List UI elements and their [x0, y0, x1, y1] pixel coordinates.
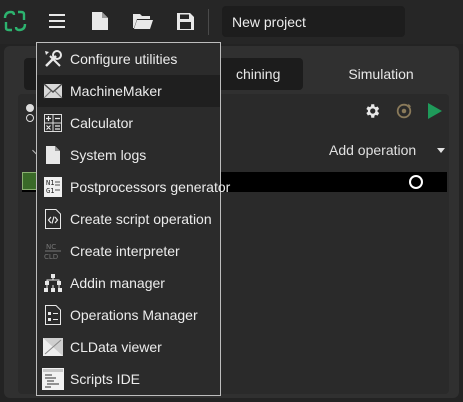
add-operation-dropdown[interactable]: Add operation [329, 140, 449, 160]
calculator-icon [42, 112, 64, 134]
scripts-ide-icon [42, 368, 64, 390]
menu-item-calculator[interactable]: Calculator [37, 107, 220, 139]
menu-item-label: Operations Manager [70, 307, 198, 323]
tab-simulation-label: Simulation [348, 66, 414, 82]
menu-item-label: MachineMaker [70, 83, 162, 99]
menu-item-label: Scripts IDE [70, 371, 141, 387]
chevron-down-icon [437, 147, 445, 153]
tab-simulation[interactable]: Simulation [306, 58, 456, 90]
top-toolbar [0, 0, 463, 44]
cldata-icon [42, 336, 64, 358]
envelope-icon [42, 80, 64, 102]
operation-actions [363, 102, 443, 125]
menu-item-label: Addin manager [70, 275, 165, 291]
menu-item-label: Create script operation [70, 211, 212, 227]
save-icon[interactable] [170, 6, 200, 36]
menu-item-label: System logs [70, 147, 147, 163]
project-name-input[interactable] [222, 6, 405, 37]
svg-text:N1: N1 [46, 179, 54, 187]
tree-node-dot-hollow [26, 114, 34, 122]
utilities-menu: Configure utilities MachineMaker Calcula… [36, 42, 230, 396]
add-operation-label: Add operation [329, 142, 417, 158]
recalculate-icon[interactable] [395, 102, 413, 125]
new-file-icon[interactable] [85, 6, 115, 36]
menu-item-label: CLData viewer [70, 339, 162, 355]
nc-code-icon: N1 G1 [42, 176, 64, 198]
menu-item-addin-manager[interactable]: Addin manager [37, 267, 220, 299]
menu-item-system-logs[interactable]: System logs [37, 139, 220, 171]
menu-icon[interactable] [42, 6, 72, 36]
tab-machining-label: chining [236, 66, 281, 82]
menu-item-machinemaker[interactable]: MachineMaker [37, 75, 220, 107]
menu-item-configure-utilities[interactable]: Configure utilities [37, 43, 220, 75]
menu-item-label: Calculator [70, 115, 134, 131]
open-folder-icon[interactable] [128, 6, 158, 36]
menu-item-cldata-viewer[interactable]: CLData viewer [37, 331, 220, 363]
svg-text:G1: G1 [46, 187, 54, 195]
operation-status-icon[interactable] [409, 175, 423, 189]
code-file-icon [42, 208, 64, 230]
menu-item-label: Create interpreter [70, 243, 180, 259]
hierarchy-icon [42, 272, 64, 294]
menu-item-scripts-ide[interactable]: Scripts IDE [37, 363, 220, 395]
app-logo-icon[interactable] [0, 6, 30, 36]
wrench-screwdriver-icon [42, 48, 64, 70]
menu-item-label: Postprocessors generator [70, 179, 231, 195]
svg-text:CLD: CLD [44, 253, 58, 261]
nc-cld-icon: NC CLD [42, 240, 64, 262]
svg-text:NC: NC [46, 243, 56, 251]
menu-item-operations-manager[interactable]: Operations Manager [37, 299, 220, 331]
list-document-icon [42, 304, 64, 326]
document-icon [42, 144, 64, 166]
menu-item-postprocessors-generator[interactable]: N1 G1 Postprocessors generator [37, 171, 230, 203]
play-icon[interactable] [427, 102, 443, 125]
menu-item-create-script-operation[interactable]: Create script operation [37, 203, 220, 235]
menu-item-create-interpreter[interactable]: NC CLD Create interpreter [37, 235, 220, 267]
tree-node-dot [26, 104, 34, 112]
gear-icon[interactable] [363, 102, 381, 125]
toolbar-separator [208, 9, 209, 35]
menu-item-label: Configure utilities [70, 51, 178, 67]
